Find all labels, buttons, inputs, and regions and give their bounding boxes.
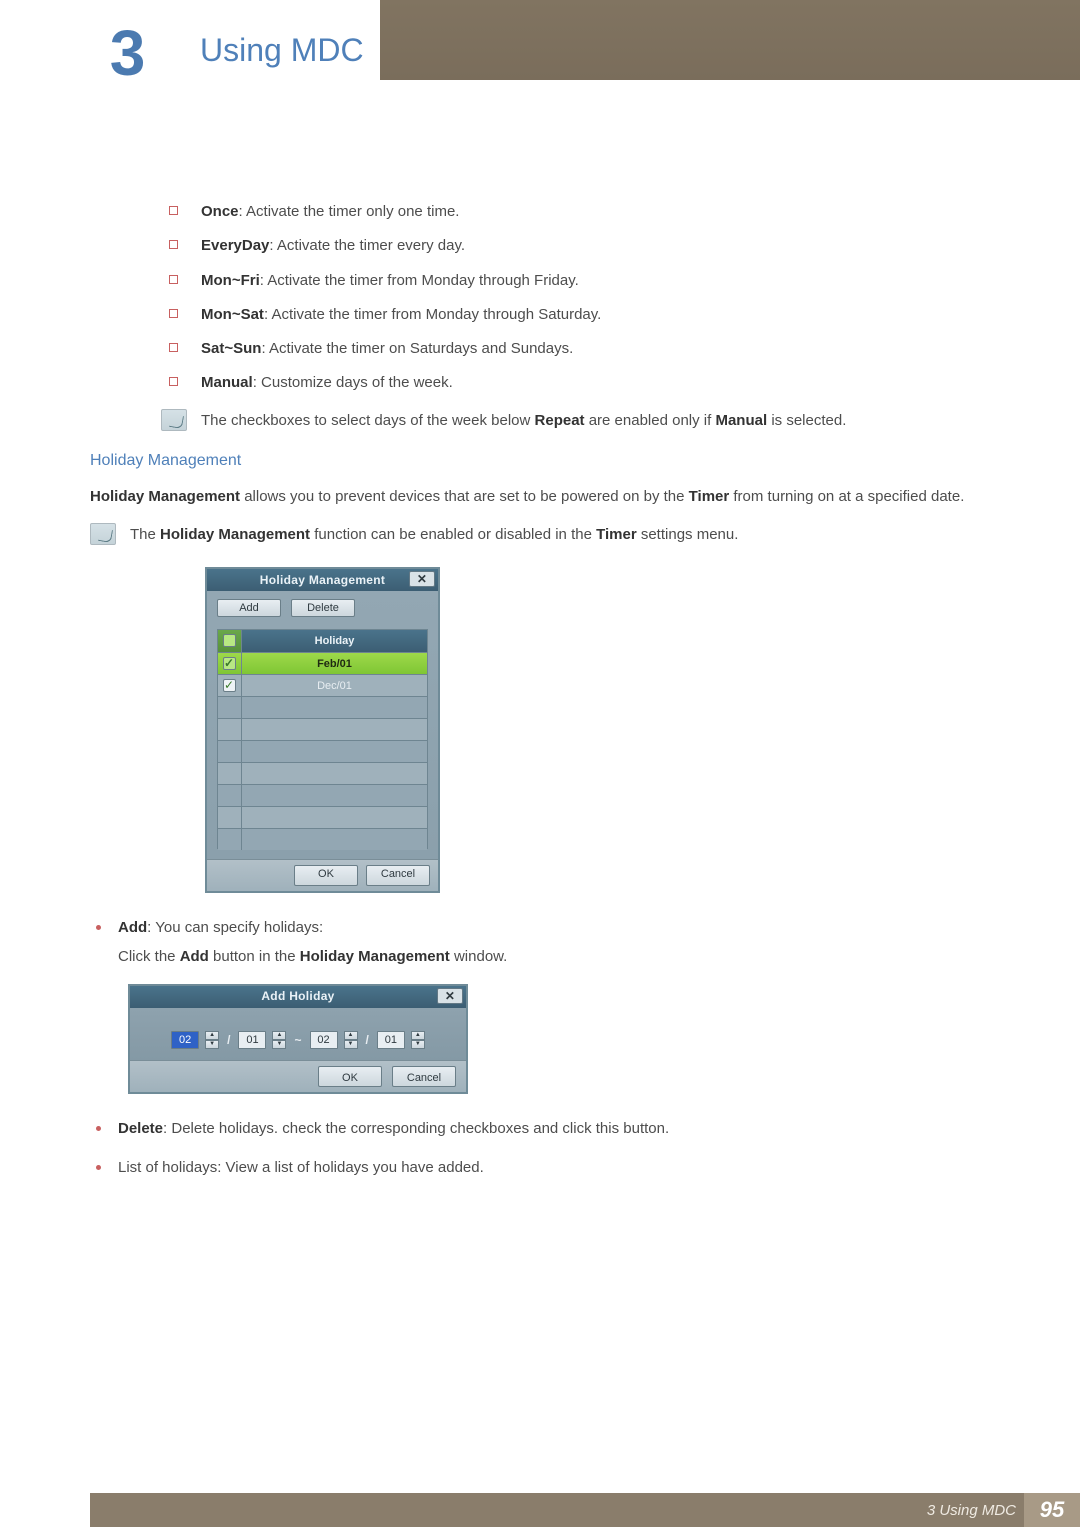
row-value: Dec/01 xyxy=(242,675,427,696)
table-row xyxy=(218,718,427,740)
option-desc: : Activate the timer on Saturdays and Su… xyxy=(261,340,573,357)
end-month-field[interactable]: 02 xyxy=(310,1031,338,1049)
dialog-title: Holiday Management xyxy=(260,573,385,587)
option-desc: : Activate the timer only one time. xyxy=(239,203,460,220)
list-item: Mon~Sat: Activate the timer from Monday … xyxy=(201,303,990,326)
list-item: Sat~Sun: Activate the timer on Saturdays… xyxy=(201,337,990,360)
spinner-buttons[interactable]: ▲▼ xyxy=(411,1031,425,1049)
holiday-management-dialog: Holiday Management ✕ Add Delete Holiday … xyxy=(205,567,440,893)
spinner-buttons[interactable]: ▲▼ xyxy=(344,1031,358,1049)
row-checkbox[interactable] xyxy=(223,657,236,670)
start-day-field[interactable]: 01 xyxy=(238,1031,266,1049)
table-row xyxy=(218,696,427,718)
table-row[interactable]: Dec/01 xyxy=(218,674,427,696)
option-desc: : Customize days of the week. xyxy=(253,374,453,391)
note-text: The Holiday Management function can be e… xyxy=(130,523,738,546)
table-row xyxy=(218,806,427,828)
list-item: List of holidays: View a list of holiday… xyxy=(118,1155,990,1181)
dialog-titlebar[interactable]: Holiday Management ✕ xyxy=(207,569,438,591)
item-desc: : You can specify holidays: xyxy=(147,919,323,936)
checkbox-icon xyxy=(223,634,236,647)
note-holiday-management: The Holiday Management function can be e… xyxy=(90,523,990,546)
chevron-up-icon[interactable]: ▲ xyxy=(272,1031,286,1040)
chevron-down-icon[interactable]: ▼ xyxy=(272,1040,286,1049)
separator-tilde: ~ xyxy=(292,1030,303,1050)
add-button[interactable]: Add xyxy=(217,599,281,617)
chevron-down-icon[interactable]: ▼ xyxy=(411,1040,425,1049)
chevron-up-icon[interactable]: ▲ xyxy=(344,1031,358,1040)
start-month-field[interactable]: 02 xyxy=(171,1031,199,1049)
option-name: Sat~Sun xyxy=(201,340,261,357)
note-icon xyxy=(161,409,187,431)
option-name: Once xyxy=(201,203,239,220)
chevron-up-icon[interactable]: ▲ xyxy=(411,1031,425,1040)
list-item: Once: Activate the timer only one time. xyxy=(201,200,990,223)
close-button[interactable]: ✕ xyxy=(409,571,435,587)
separator-slash: / xyxy=(225,1030,232,1050)
spinner-buttons[interactable]: ▲▼ xyxy=(205,1031,219,1049)
list-item: EveryDay: Activate the timer every day. xyxy=(201,234,990,257)
holiday-table: Holiday Feb/01 Dec/01 xyxy=(217,629,428,849)
separator-slash: / xyxy=(364,1030,371,1050)
list-item: Delete: Delete holidays. check the corre… xyxy=(118,1116,990,1142)
add-holiday-dialog: Add Holiday ✕ 02 ▲▼ / 01 ▲▼ ~ 02 ▲▼ / 01 xyxy=(128,984,468,1094)
list-item: Mon~Fri: Activate the timer from Monday … xyxy=(201,269,990,292)
cancel-button[interactable]: Cancel xyxy=(392,1066,456,1087)
column-header: Holiday xyxy=(242,630,427,652)
note-icon xyxy=(90,523,116,545)
chapter-number: 3 xyxy=(110,21,146,85)
option-desc: : Activate the timer every day. xyxy=(269,237,465,254)
option-name: Mon~Sat xyxy=(201,306,264,323)
item-subdesc: Click the Add button in the Holiday Mana… xyxy=(118,944,990,970)
option-desc: : Activate the timer from Monday through… xyxy=(264,306,601,323)
page-footer: 3 Using MDC 95 xyxy=(90,1493,1080,1527)
dialog-titlebar[interactable]: Add Holiday ✕ xyxy=(130,986,466,1008)
item-desc: List of holidays: View a list of holiday… xyxy=(118,1159,484,1176)
option-desc: : Activate the timer from Monday through… xyxy=(260,272,579,289)
option-name: EveryDay xyxy=(201,237,269,254)
chapter-number-badge: 3 xyxy=(95,18,160,88)
table-row xyxy=(218,740,427,762)
repeat-options-list: Once: Activate the timer only one time. … xyxy=(165,200,990,395)
ok-button[interactable]: OK xyxy=(318,1066,382,1087)
holiday-management-paragraph: Holiday Management allows you to prevent… xyxy=(90,484,990,510)
chevron-up-icon[interactable]: ▲ xyxy=(205,1031,219,1040)
holiday-management-heading: Holiday Management xyxy=(90,452,990,470)
chevron-down-icon[interactable]: ▼ xyxy=(344,1040,358,1049)
table-row xyxy=(218,762,427,784)
item-name: Add xyxy=(118,919,147,936)
spinner-buttons[interactable]: ▲▼ xyxy=(272,1031,286,1049)
chapter-title: Using MDC xyxy=(200,32,364,69)
option-name: Mon~Fri xyxy=(201,272,260,289)
table-row xyxy=(218,784,427,806)
note-text: The checkboxes to select days of the wee… xyxy=(201,409,846,432)
list-item: Manual: Customize days of the week. xyxy=(201,371,990,394)
item-name: Delete xyxy=(118,1120,163,1137)
chevron-down-icon[interactable]: ▼ xyxy=(205,1040,219,1049)
table-row[interactable]: Feb/01 xyxy=(218,652,427,674)
item-desc: : Delete holidays. check the correspondi… xyxy=(163,1120,669,1137)
dialog-title: Add Holiday xyxy=(261,986,334,1006)
ok-button[interactable]: OK xyxy=(294,865,358,886)
end-day-field[interactable]: 01 xyxy=(377,1031,405,1049)
table-row xyxy=(218,828,427,850)
page-number: 95 xyxy=(1024,1493,1080,1527)
delete-button[interactable]: Delete xyxy=(291,599,355,617)
cancel-button[interactable]: Cancel xyxy=(366,865,430,886)
note-repeat: The checkboxes to select days of the wee… xyxy=(161,409,990,432)
close-button[interactable]: ✕ xyxy=(437,988,463,1004)
row-checkbox[interactable] xyxy=(223,679,236,692)
list-item: Add: You can specify holidays: Click the… xyxy=(118,915,990,1094)
option-name: Manual xyxy=(201,374,253,391)
footer-label: 3 Using MDC xyxy=(927,1502,1016,1519)
row-value: Feb/01 xyxy=(242,653,427,674)
header-checkbox-cell[interactable] xyxy=(218,630,242,652)
